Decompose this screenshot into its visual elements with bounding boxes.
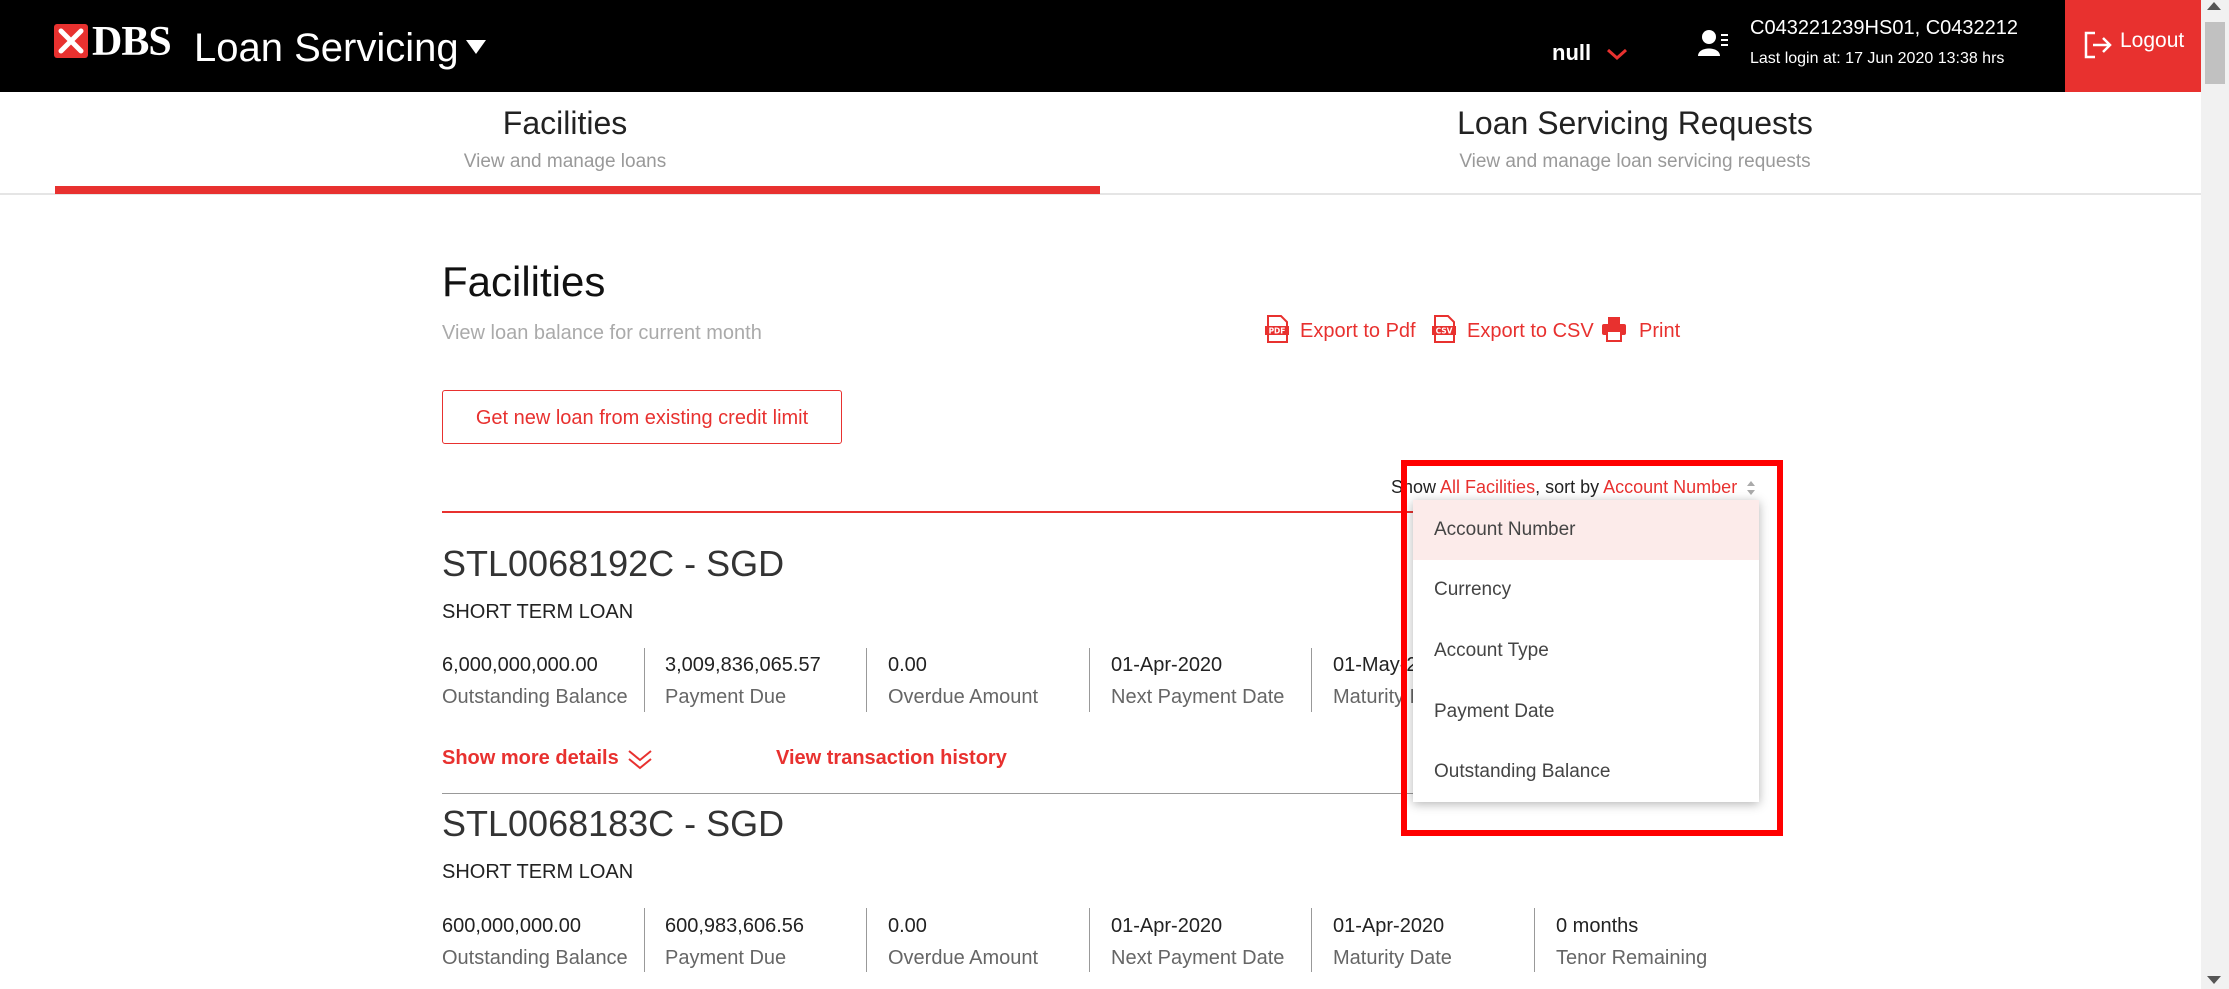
user-profile-icon [1698,30,1728,56]
logout-button[interactable]: Logout [2065,0,2201,92]
scrollbar-thumb[interactable] [2205,22,2225,84]
metric-divider [866,648,867,712]
app-switcher-caret-icon[interactable] [466,40,486,54]
metric-value: 3,009,836,065.57 [665,654,821,676]
metric-label: Overdue Amount [888,947,1039,969]
logout-label: Logout [2120,29,2185,52]
metric-divider [1534,908,1535,972]
user-ids: C043221239HS01, C0432212 [1750,17,2018,39]
tab-facilities-title: Facilities [502,105,628,141]
metric-label: Next Payment Date [1111,686,1285,708]
tab-facilities-subtitle: View and manage loans [463,151,667,172]
print-icon[interactable] [1601,315,1627,343]
section-divider [442,511,1442,513]
metric-divider [1089,908,1090,972]
sort-option-account-number[interactable]: Account Number [1413,500,1759,560]
scroll-up-arrow-icon[interactable] [2207,2,2221,10]
sort-selector[interactable]: Account Number [1603,477,1737,497]
metric-divider [1311,908,1312,972]
metric-label: Maturity Date [1333,947,1452,969]
tab-requests-subtitle: View and manage loan servicing requests [1459,151,1811,172]
entity-selector-label[interactable]: null [1552,40,1591,66]
svg-text:CSV: CSV [1436,327,1453,336]
sort-by-label: , sort by [1535,477,1600,497]
metric-value: 600,000,000.00 [442,915,582,937]
app-title: Loan Servicing [194,26,459,70]
metric-value: 01-Apr-2020 [1111,654,1223,676]
metric-divider [644,648,645,712]
sort-option-currency[interactable]: Currency [1413,560,1759,620]
sort-option-outstanding-balance[interactable]: Outstanding Balance [1413,742,1759,802]
metric-divider [1311,648,1312,712]
sort-option-account-type[interactable]: Account Type [1413,621,1759,681]
export-pdf-link[interactable]: Export to Pdf [1300,318,1416,344]
filter-selector[interactable]: All Facilities [1440,477,1535,497]
last-login-text: Last login at: 17 Jun 2020 13:38 hrs [1750,50,2005,67]
dbs-logo-text: DBS [92,19,172,65]
metric-label: Outstanding Balance [442,947,628,969]
sort-option-payment-date[interactable]: Payment Date [1413,682,1759,742]
metric-label: Payment Due [665,686,787,708]
pdf-icon[interactable]: PDF [1264,315,1290,343]
tab-loan-servicing-requests[interactable]: Loan Servicing Requests View and manage … [1100,100,2170,186]
print-link[interactable]: Print [1639,318,1680,344]
sort-control: Show All Facilities, sort by Account Num… [1391,476,1756,498]
metric-value: 01-Apr-2020 [1333,915,1445,937]
show-label: Show [1391,477,1437,497]
get-new-loan-button[interactable]: Get new loan from existing credit limit [442,390,842,444]
facility-title: STL0068192C - SGD [442,543,785,584]
tab-requests-title: Loan Servicing Requests [1457,105,1813,141]
page-title: Facilities [442,258,606,305]
metric-label: Overdue Amount [888,686,1039,708]
active-tab-indicator [55,186,1100,194]
metric-divider [1089,648,1090,712]
metric-divider [866,908,867,972]
metric-label: Maturity D [1333,686,1425,708]
logout-icon [2084,31,2112,59]
metric-label: Payment Due [665,947,787,969]
metric-label: Next Payment Date [1111,947,1285,969]
page-scrollbar[interactable] [2201,0,2229,989]
facility-type: SHORT TERM LOAN [442,861,634,883]
facility-title: STL0068183C - SGD [442,803,785,844]
show-more-details-link[interactable]: Show more details [442,746,619,770]
metric-label: Tenor Remaining [1556,947,1708,969]
metric-value: 01-Apr-2020 [1111,915,1223,937]
csv-icon[interactable]: CSV [1431,315,1457,343]
page-subtitle: View loan balance for current month [442,322,762,344]
metric-value: 600,983,606.56 [665,915,805,937]
metric-value: 0.00 [888,654,927,676]
metric-value: 0.00 [888,915,927,937]
sort-dropdown-menu: Account Number Currency Account Type Pay… [1413,500,1759,802]
metric-value: 6,000,000,000.00 [442,654,598,676]
tab-facilities[interactable]: Facilities View and manage loans [55,100,1100,186]
metric-label: Outstanding Balance [442,686,628,708]
double-chevron-down-icon[interactable] [626,748,654,772]
svg-text:PDF: PDF [1269,327,1286,336]
facility-divider [442,793,1442,794]
export-csv-link[interactable]: Export to CSV [1467,318,1594,344]
metric-value: 0 months [1556,915,1639,937]
metric-divider [644,908,645,972]
metric-value: 01-May-2 [1333,654,1418,676]
chevron-down-icon[interactable] [1606,46,1628,62]
facility-type: SHORT TERM LOAN [442,601,634,623]
sort-arrows-icon[interactable] [1746,480,1756,496]
scroll-down-arrow-icon[interactable] [2207,976,2221,984]
dbs-logo-icon [54,24,88,58]
view-transaction-history-link[interactable]: View transaction history [776,746,1007,770]
